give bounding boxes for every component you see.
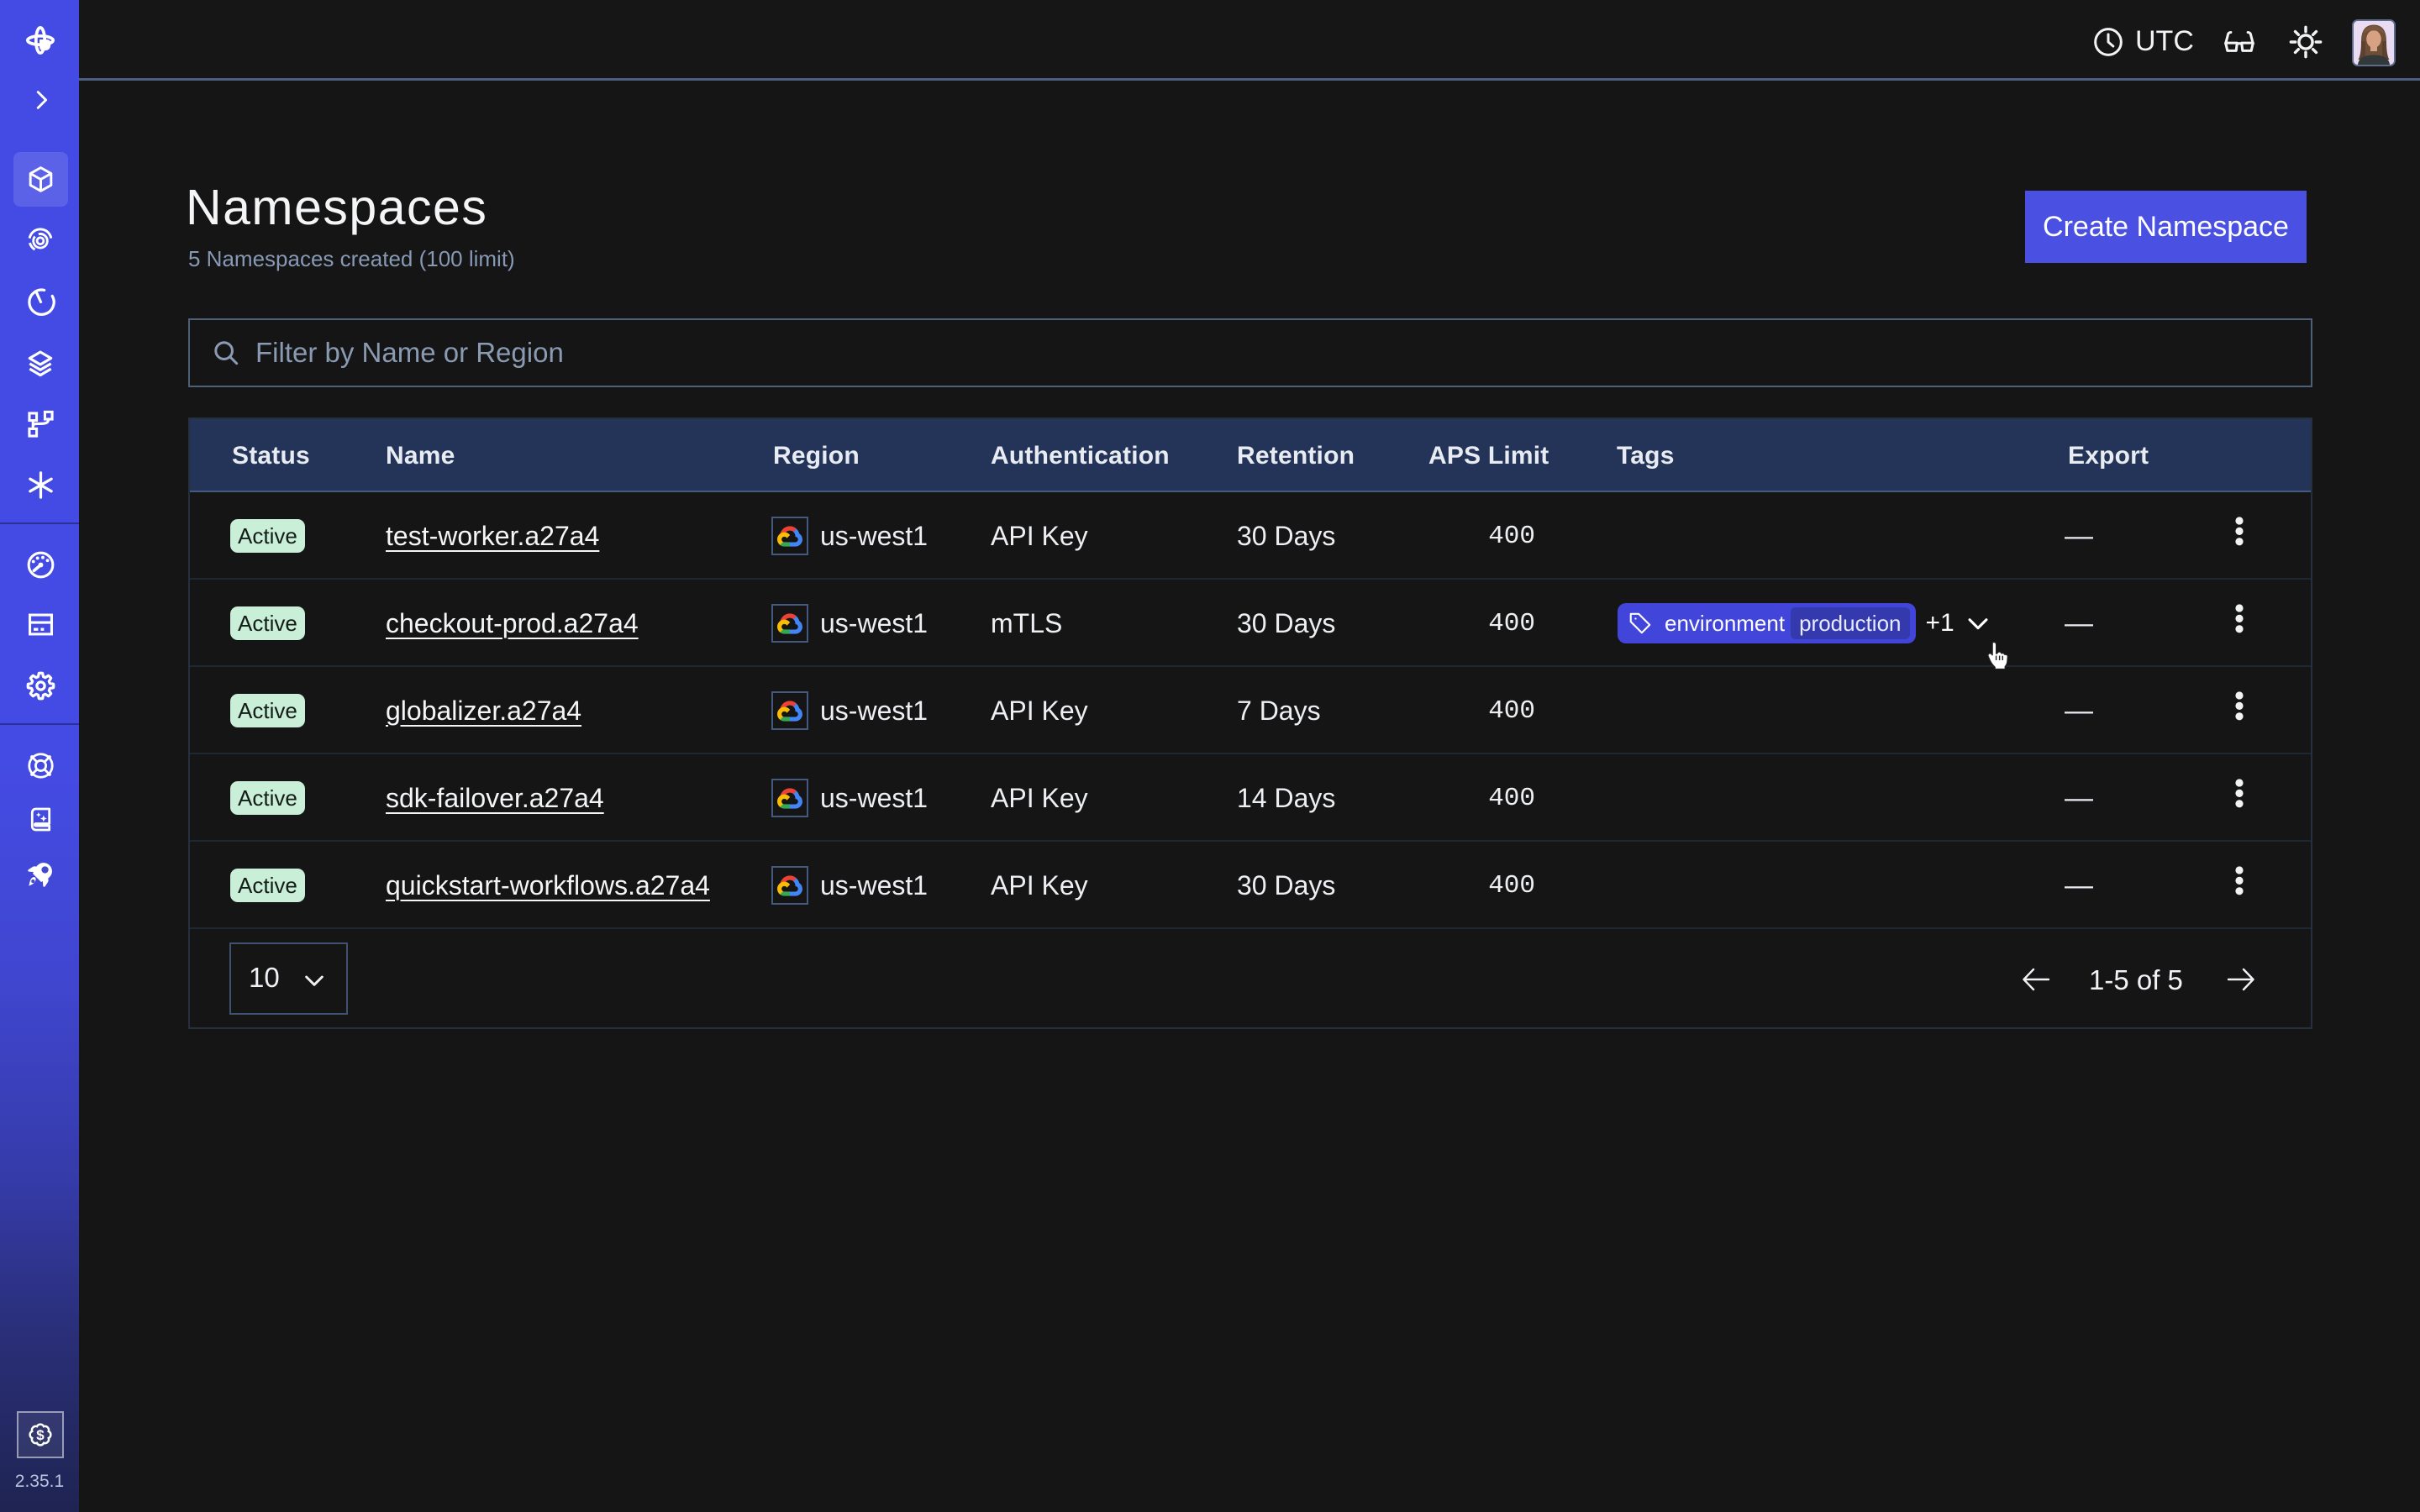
svg-text:$: $: [36, 1427, 45, 1443]
